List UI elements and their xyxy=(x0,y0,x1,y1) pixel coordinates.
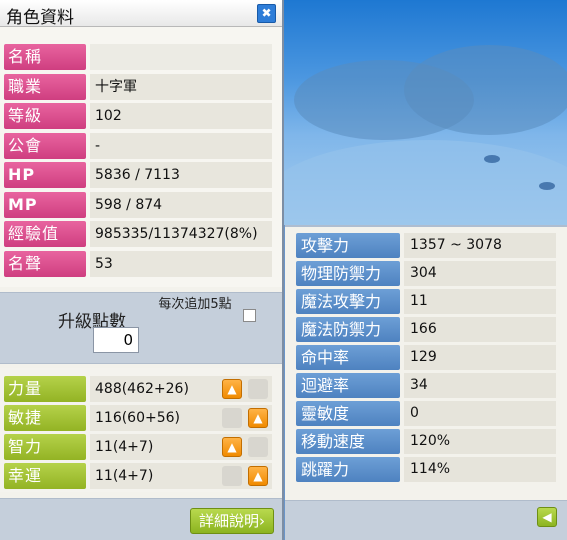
close-button[interactable]: ✖ xyxy=(257,4,276,23)
detail-row-magic-def: 魔法防禦力 166 xyxy=(296,317,556,342)
level-value: 102 xyxy=(90,103,272,129)
detail-row-avoid: 迴避率 34 xyxy=(296,373,556,398)
detail-stats-window: 攻擊力 1357 ~ 3078 物理防禦力 304 魔法攻擊力 11 魔法防禦力… xyxy=(285,225,567,540)
mp-value: 598 / 874 xyxy=(90,192,272,218)
exp-label: 經驗值 xyxy=(4,221,86,247)
stat-slot xyxy=(222,466,242,486)
detail-row-hands: 靈敏度 0 xyxy=(296,401,556,426)
window-title: 角色資料 xyxy=(6,8,74,28)
detail-row-jump: 跳躍力 114% xyxy=(296,457,556,482)
exp-value: 985335/11374327(8%) xyxy=(90,221,272,247)
game-background-scene xyxy=(284,0,567,225)
magic-def-value: 166 xyxy=(404,317,556,342)
hands-label: 靈敏度 xyxy=(296,401,400,426)
str-value: 488(462+26) xyxy=(90,376,272,402)
str-label: 力量 xyxy=(4,376,86,402)
detail-button[interactable]: 詳細說明› xyxy=(190,508,274,534)
detail-row-speed: 移動速度 120% xyxy=(296,429,556,454)
guild-label: 公會 xyxy=(4,133,86,159)
auto-add-five-checkbox[interactable] xyxy=(243,309,256,322)
info-row-job: 職業 十字軍 xyxy=(4,74,272,100)
right-bottom-bar xyxy=(285,500,567,540)
info-row-exp: 經驗值 985335/11374327(8%) xyxy=(4,221,272,247)
info-row-name: 名稱 xyxy=(4,44,272,70)
stat-row-int: 智力 11(4+7) ▲ xyxy=(4,434,272,460)
detail-row-attack: 攻擊力 1357 ~ 3078 xyxy=(296,233,556,258)
magic-def-label: 魔法防禦力 xyxy=(296,317,400,342)
info-row-mp: MP 598 / 874 xyxy=(4,192,272,218)
int-value: 11(4+7) xyxy=(90,434,272,460)
attack-value: 1357 ~ 3078 xyxy=(404,233,556,258)
stat-row-luk: 幸運 11(4+7) ▲ xyxy=(4,463,272,489)
fish-icon xyxy=(484,155,500,163)
level-label: 等級 xyxy=(4,103,86,129)
stat-slot xyxy=(248,379,268,399)
jump-label: 跳躍力 xyxy=(296,457,400,482)
fame-label: 名聲 xyxy=(4,251,86,277)
job-label: 職業 xyxy=(4,74,86,100)
close-icon: ✖ xyxy=(261,6,272,20)
auto-add-five-label: 每次追加5點 xyxy=(158,297,232,312)
fish-icon xyxy=(539,182,555,190)
job-value: 十字軍 xyxy=(90,74,272,100)
stat-slot xyxy=(248,437,268,457)
fame-value: 53 xyxy=(90,251,272,277)
phys-def-label: 物理防禦力 xyxy=(296,261,400,286)
arrow-up-icon[interactable]: ▲ xyxy=(248,466,268,486)
info-row-guild: 公會 - xyxy=(4,133,272,159)
arrow-up-icon[interactable]: ▲ xyxy=(222,437,242,457)
detail-row-accuracy: 命中率 129 xyxy=(296,345,556,370)
luk-label: 幸運 xyxy=(4,463,86,489)
name-label: 名稱 xyxy=(4,44,86,70)
int-label: 智力 xyxy=(4,434,86,460)
speed-label: 移動速度 xyxy=(296,429,400,454)
stats-panel: 力量 488(462+26) ▲ 敏捷 116(60+56) ▲ 智力 11(4… xyxy=(0,368,282,492)
detail-row-phys-def: 物理防禦力 304 xyxy=(296,261,556,286)
basic-info-panel: 名稱 職業 十字軍 等級 102 公會 - HP 5836 / 7113 MP … xyxy=(0,27,282,287)
character-info-window: 角色資料 ✖ 名稱 職業 十字軍 等級 102 公會 - HP 5836 / 7… xyxy=(0,0,284,540)
ability-points-value: 0 xyxy=(93,327,139,353)
avoid-label: 迴避率 xyxy=(296,373,400,398)
info-row-hp: HP 5836 / 7113 xyxy=(4,162,272,188)
guild-value: - xyxy=(90,133,272,159)
accuracy-value: 129 xyxy=(404,345,556,370)
ability-points-panel: 升級點數 xyxy=(0,292,282,364)
dex-label: 敏捷 xyxy=(4,405,86,431)
hp-value: 5836 / 7113 xyxy=(90,162,272,188)
phys-def-value: 304 xyxy=(404,261,556,286)
name-value xyxy=(90,44,272,70)
arrow-left-icon[interactable]: ◀ xyxy=(537,507,557,527)
luk-value: 11(4+7) xyxy=(90,463,272,489)
avoid-value: 34 xyxy=(404,373,556,398)
arrow-up-icon[interactable]: ▲ xyxy=(222,379,242,399)
title-bar[interactable]: 角色資料 ✖ xyxy=(0,0,282,28)
stat-row-dex: 敏捷 116(60+56) ▲ xyxy=(4,405,272,431)
hp-label: HP xyxy=(4,162,86,188)
info-row-fame: 名聲 53 xyxy=(4,251,272,277)
magic-atk-value: 11 xyxy=(404,289,556,314)
stat-row-str: 力量 488(462+26) ▲ xyxy=(4,376,272,402)
arrow-up-icon[interactable]: ▲ xyxy=(248,408,268,428)
stat-slot xyxy=(222,408,242,428)
info-row-level: 等級 102 xyxy=(4,103,272,129)
hands-value: 0 xyxy=(404,401,556,426)
attack-label: 攻擊力 xyxy=(296,233,400,258)
dex-value: 116(60+56) xyxy=(90,405,272,431)
accuracy-label: 命中率 xyxy=(296,345,400,370)
magic-atk-label: 魔法攻擊力 xyxy=(296,289,400,314)
jump-value: 114% xyxy=(404,457,556,482)
mp-label: MP xyxy=(4,192,86,218)
detail-row-magic-atk: 魔法攻擊力 11 xyxy=(296,289,556,314)
speed-value: 120% xyxy=(404,429,556,454)
